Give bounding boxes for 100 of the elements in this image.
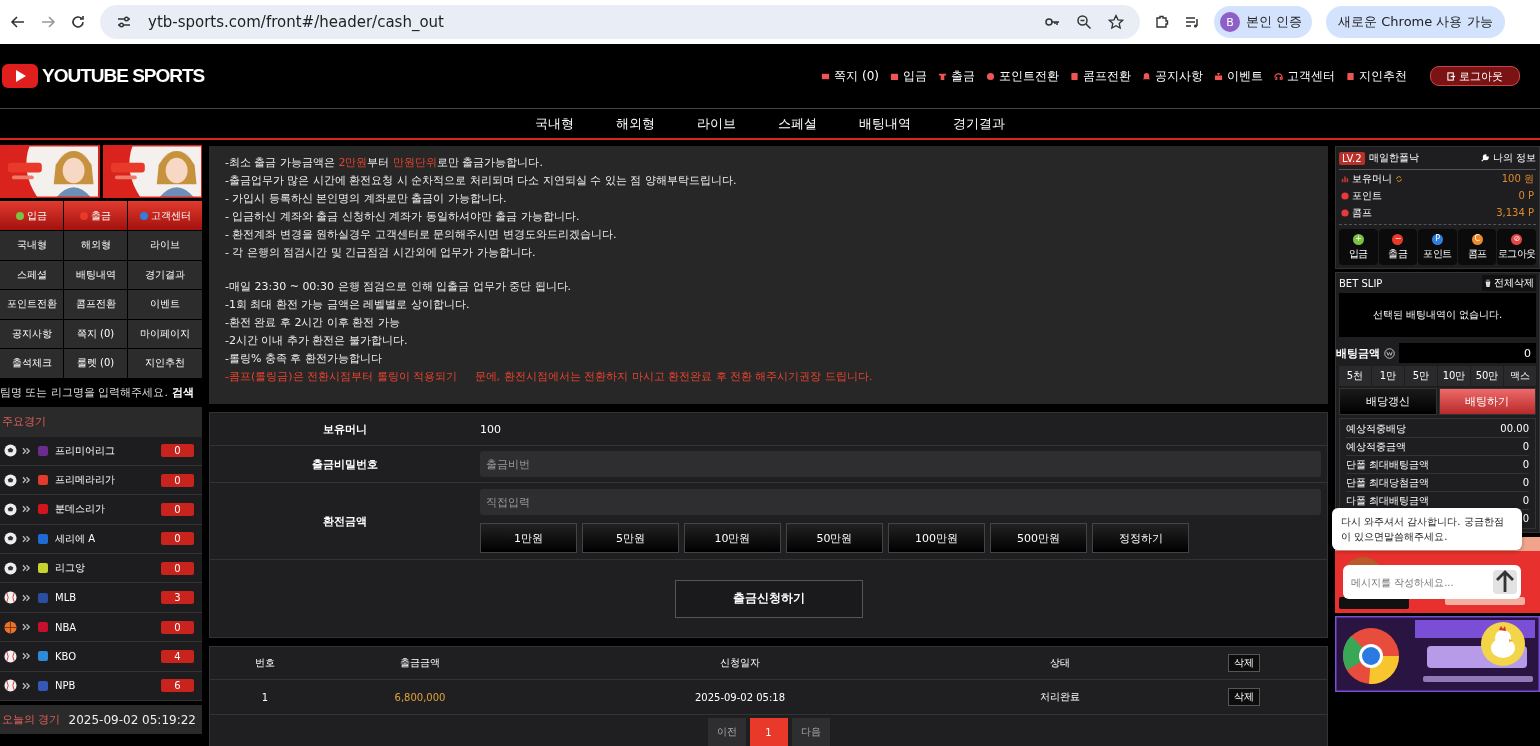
headset-icon[interactable] [1274, 71, 1283, 81]
league-row[interactable]: 분데스리가 0 [0, 495, 202, 525]
page-button[interactable]: 이전 [707, 718, 746, 746]
sidebar-menu-button[interactable]: 스페셜 [0, 260, 63, 289]
sidebar-menu-button[interactable]: 룰렛 (0) [64, 349, 127, 378]
header-link[interactable]: 입금 [903, 67, 927, 85]
menu-item[interactable]: 배팅내역 [838, 114, 932, 133]
header-link[interactable]: 고객센터 [1287, 67, 1335, 85]
play-logo-icon[interactable] [2, 64, 38, 88]
header-link[interactable]: 출금 [951, 67, 975, 85]
sidebar-menu-button[interactable]: 포인트전환 [0, 290, 63, 319]
league-row[interactable]: MLB 3 [0, 583, 202, 613]
stat-value: 0 P [1518, 190, 1534, 201]
menu-item[interactable]: 스페셜 [757, 114, 838, 133]
bet-amount-field[interactable]: 0 [1399, 343, 1536, 363]
chip-button[interactable]: 1만 [1372, 366, 1404, 386]
header-link[interactable]: 콤프전환 [1083, 67, 1131, 85]
sidebar-menu-button[interactable]: 쪽지 (0) [64, 319, 127, 348]
sidebar-menu-button[interactable]: 국내형 [0, 231, 63, 260]
refresh-icon[interactable] [1395, 174, 1403, 183]
chip-button[interactable]: 맥스 [1504, 366, 1536, 386]
account-button[interactable]: ⊘ 로그아웃 [1497, 229, 1536, 265]
sidebar-menu-button[interactable]: 배팅내역 [64, 260, 127, 289]
update-button[interactable]: 새로운 Chrome 사용 가능 [1326, 6, 1505, 38]
send-button[interactable] [1489, 565, 1521, 599]
account-button[interactable]: + 입금 [1339, 229, 1378, 265]
amount-button[interactable]: 500만원 [990, 523, 1087, 553]
sidebar-menu-button[interactable]: 라이브 [128, 231, 202, 260]
forward-icon[interactable] [40, 14, 56, 30]
password-field[interactable]: 출금비번 [480, 451, 1321, 477]
sidebar-menu-button[interactable]: 지인추천 [128, 349, 202, 378]
reload-icon[interactable] [70, 14, 86, 30]
amount-button[interactable]: 1만원 [480, 523, 577, 553]
search-field[interactable]: 팀명 또는 리그명을 입력해주세요. [0, 385, 168, 399]
league-logo-icon [36, 444, 50, 457]
amount-button[interactable]: 100만원 [888, 523, 985, 553]
menu-item[interactable]: 국내형 [514, 114, 595, 133]
extensions-icon[interactable] [1154, 14, 1170, 30]
league-row[interactable]: 리그앙 0 [0, 554, 202, 584]
quick-button[interactable]: 출금 [64, 201, 127, 230]
my-info-link[interactable]: 나의 정보 [1492, 151, 1536, 165]
amount-button[interactable]: 50만원 [786, 523, 883, 553]
refresh-odds-button[interactable]: 배당갱신 [1339, 388, 1437, 415]
header-link[interactable]: 이벤트 [1227, 67, 1263, 85]
page-button[interactable]: 1 [749, 718, 788, 746]
account-button[interactable]: C 콤프 [1457, 229, 1497, 265]
sidebar-menu-button[interactable]: 콤프전환 [64, 290, 127, 319]
amount-field[interactable]: 직접입력 [480, 489, 1321, 515]
chip-button[interactable]: 5천 [1339, 366, 1371, 386]
back-icon[interactable] [10, 14, 26, 30]
address-bar[interactable]: ytb-sports.com/front#/header/cash_out [100, 5, 1140, 39]
coin-icon[interactable] [986, 71, 995, 81]
league-row[interactable]: 프리미어리그 0 [0, 436, 202, 466]
submit-button[interactable]: 출금신청하기 [674, 579, 863, 618]
page-button[interactable]: 다음 [791, 718, 830, 746]
sidebar-menu-button[interactable]: 마이페이지 [128, 319, 202, 348]
league-row[interactable]: 프리메라리가 0 [0, 465, 202, 496]
search-button[interactable]: 검색 [168, 384, 202, 400]
menu-item[interactable]: 해외형 [595, 114, 676, 133]
header-link[interactable]: 쪽지 (0) [834, 67, 879, 85]
quick-button[interactable]: 고객센터 [128, 201, 202, 230]
quick-button[interactable]: 입금 [0, 201, 63, 230]
league-row[interactable]: 세리에 A 0 [0, 524, 202, 555]
sidebar-menu-button[interactable]: 출석체크 [0, 349, 63, 378]
place-bet-button[interactable]: 배팅하기 [1438, 388, 1536, 415]
header-link[interactable]: 공지사항 [1155, 67, 1203, 85]
delete-button[interactable]: 삭제 [1227, 654, 1260, 672]
zoom-icon[interactable] [1076, 14, 1092, 30]
clear-all-button[interactable]: 전체삭제 [1482, 275, 1536, 291]
account-button[interactable]: P 포인트 [1418, 229, 1457, 265]
chip-button[interactable]: 10만 [1438, 366, 1470, 386]
amount-button[interactable]: 10만원 [684, 523, 781, 553]
panel-title: BET SLIP [1339, 277, 1383, 289]
sidebar-menu-button[interactable]: 해외형 [64, 231, 127, 260]
amount-button[interactable]: 정정하기 [1092, 523, 1189, 553]
header-link[interactable]: 포인트전환 [999, 67, 1059, 85]
menu-item[interactable]: 라이브 [676, 114, 757, 133]
sidebar-menu-button[interactable]: 공지사항 [0, 319, 63, 348]
logo-text[interactable]: YOUTUBE SPORTS [42, 65, 205, 87]
delete-button[interactable]: 삭제 [1227, 688, 1260, 706]
profile-button[interactable]: B 본인 인증 [1214, 6, 1313, 38]
chip-button[interactable]: 50만 [1471, 366, 1503, 386]
site-settings-icon[interactable] [116, 14, 132, 30]
count-badge: 0 [161, 473, 194, 487]
league-row[interactable]: NPB 6 [0, 671, 202, 701]
baseball-icon [4, 649, 17, 663]
bell-icon[interactable] [1142, 71, 1151, 81]
chip-button[interactable]: 5만 [1405, 366, 1437, 386]
sidebar-menu-button[interactable]: 경기결과 [128, 260, 202, 289]
media-icon[interactable] [1184, 14, 1200, 30]
sidebar-menu-button[interactable]: 이벤트 [128, 290, 202, 319]
message-field[interactable]: 메시지를 작성하세요... [1343, 565, 1489, 599]
league-row[interactable]: NBA 0 [0, 612, 202, 643]
star-icon[interactable] [1108, 14, 1124, 30]
logout-button[interactable]: 로그아웃 [1430, 66, 1520, 86]
account-button[interactable]: − 출금 [1378, 229, 1418, 265]
amount-button[interactable]: 5만원 [582, 523, 679, 553]
header-link[interactable]: 지인추천 [1359, 67, 1407, 85]
menu-item[interactable]: 경기결과 [932, 114, 1026, 133]
league-row[interactable]: KBO 4 [0, 642, 202, 672]
